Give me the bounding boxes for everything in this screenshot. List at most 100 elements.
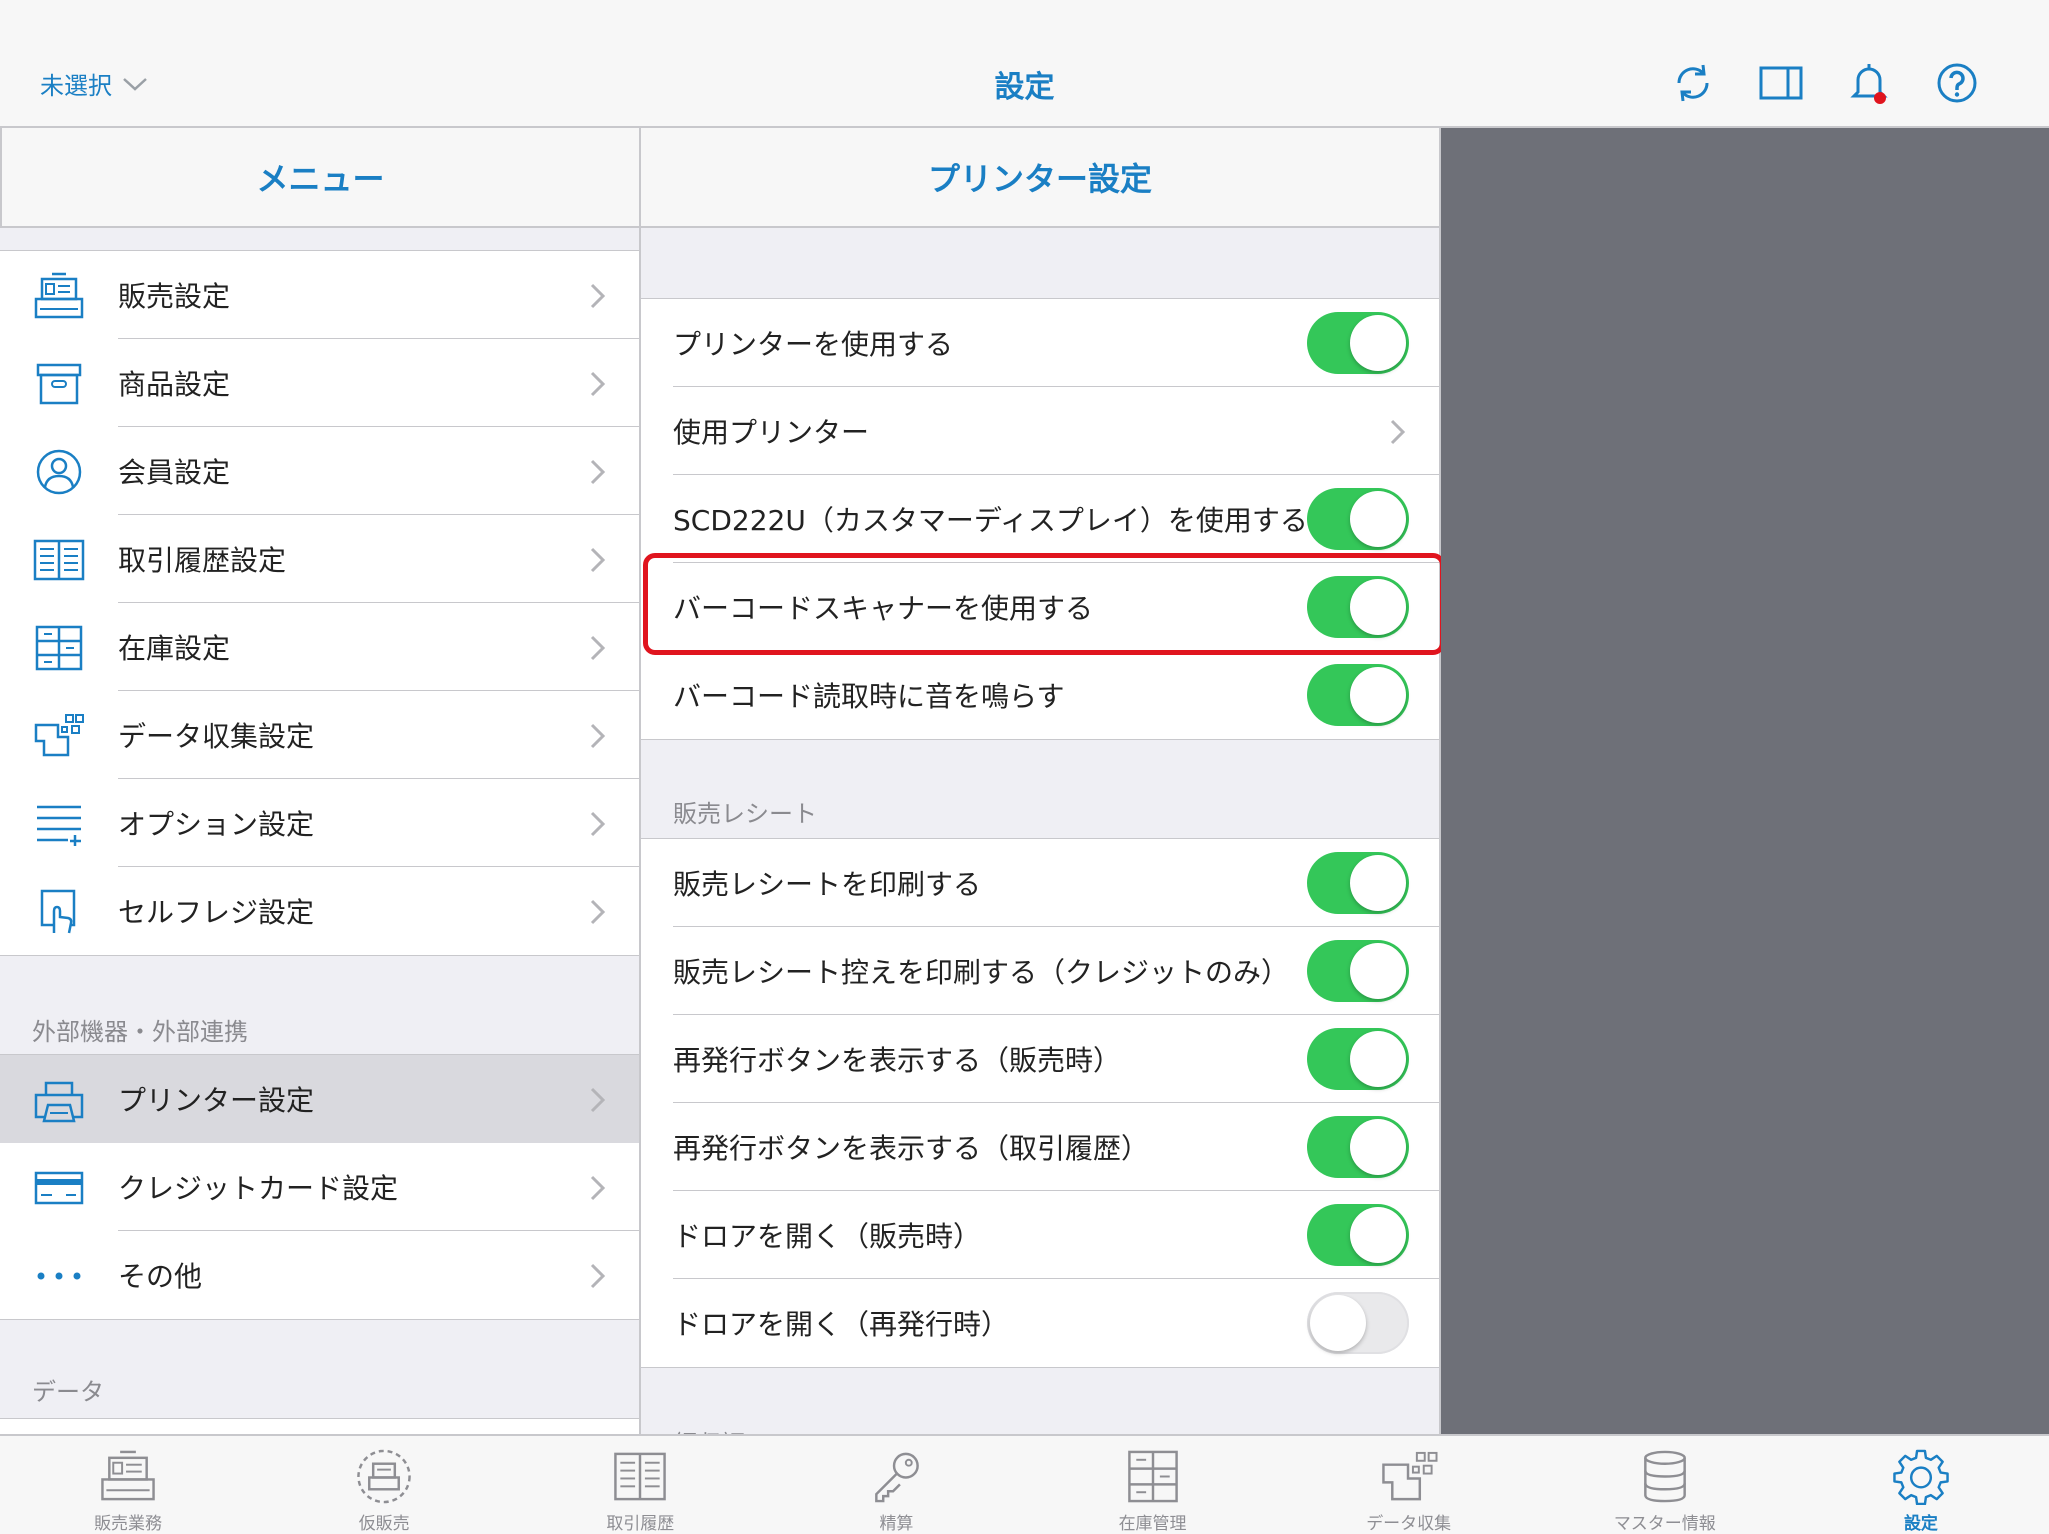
- menu-group-data: [0, 1418, 639, 1434]
- register-icon: [32, 271, 86, 321]
- split-view-icon: [1759, 66, 1803, 100]
- person-icon: [32, 447, 86, 497]
- tab-master-info[interactable]: マスター情報: [1537, 1436, 1793, 1534]
- toggle-knob: [1350, 491, 1406, 547]
- sync-button[interactable]: [1668, 58, 1718, 108]
- box-icon: [32, 359, 86, 409]
- chevron-right-icon: [590, 283, 606, 309]
- settings-group-receipt: 販売レシートを印刷する 販売レシート控えを印刷する（クレジットのみ） 再発行ボタ…: [641, 838, 1439, 1368]
- use-printer-toggle[interactable]: [1307, 312, 1409, 374]
- chevron-right-icon: [1390, 419, 1406, 445]
- setting-label: ドロアを開く（再発行時）: [673, 1308, 1010, 1341]
- chevron-right-icon: [590, 811, 606, 837]
- tab-label: 販売業務: [94, 1514, 163, 1534]
- store-select-dropdown[interactable]: 未選択: [40, 66, 148, 101]
- menu-item-label: 在庫設定: [118, 632, 231, 665]
- menu-item-option-settings[interactable]: オプション設定: [0, 779, 639, 867]
- barcode-scanner-toggle[interactable]: [1307, 576, 1409, 638]
- menu-item-self-register-settings[interactable]: セルフレジ設定: [0, 867, 639, 955]
- print-receipt-copy-toggle[interactable]: [1307, 940, 1409, 1002]
- menu-top-spacer: [0, 228, 639, 250]
- toggle-knob: [1350, 1207, 1406, 1263]
- setting-label: 販売レシート控えを印刷する（クレジットのみ）: [673, 956, 1290, 989]
- tab-data-collection[interactable]: データ収集: [1281, 1436, 1537, 1534]
- book-icon: [32, 535, 86, 585]
- barcode-sound-toggle[interactable]: [1307, 664, 1409, 726]
- detail-pane: [1441, 128, 2049, 1434]
- menu-item-label: プリンター設定: [118, 1084, 315, 1117]
- setting-label: 再発行ボタンを表示する（販売時）: [673, 1044, 1122, 1077]
- chevron-right-icon: [590, 1087, 606, 1113]
- menu-item-label: セルフレジ設定: [118, 896, 315, 929]
- setting-use-customer-display[interactable]: SCD222U（カスタマーディスプレイ）を使用する: [641, 475, 1439, 563]
- setting-print-receipt[interactable]: 販売レシートを印刷する: [641, 839, 1439, 927]
- data-collect-icon: [1381, 1451, 1438, 1501]
- tab-settlement[interactable]: 精算: [768, 1436, 1024, 1534]
- menu-item-printer-settings[interactable]: プリンター設定: [0, 1055, 639, 1143]
- section-label-external: 外部機器・外部連携: [32, 1018, 248, 1046]
- reissue-button-history-toggle[interactable]: [1307, 1116, 1409, 1178]
- setting-use-barcode-scanner[interactable]: バーコードスキャナーを使用する: [641, 563, 1439, 651]
- setting-label: プリンターを使用する: [673, 328, 954, 361]
- self-register-icon: [32, 887, 86, 937]
- open-drawer-sale-toggle[interactable]: [1307, 1204, 1409, 1266]
- setting-open-drawer-sale[interactable]: ドロアを開く（販売時）: [641, 1191, 1439, 1279]
- help-icon: [1937, 63, 1977, 103]
- chevron-right-icon: [590, 1175, 606, 1201]
- menu-item-transaction-history-settings[interactable]: 取引履歴設定: [0, 515, 639, 603]
- printer-icon: [32, 1075, 86, 1125]
- chevron-right-icon: [590, 459, 606, 485]
- print-receipt-toggle[interactable]: [1307, 852, 1409, 914]
- section-label-data: データ: [32, 1378, 104, 1406]
- notification-button[interactable]: [1844, 58, 1894, 108]
- chevron-right-icon: [590, 547, 606, 573]
- settings-top-spacer: [641, 228, 1439, 298]
- menu-item-product-settings[interactable]: 商品設定: [0, 339, 639, 427]
- setting-label: 使用プリンター: [673, 416, 870, 449]
- list-add-icon: [32, 799, 86, 849]
- setting-reissue-button-history[interactable]: 再発行ボタンを表示する（取引履歴）: [641, 1103, 1439, 1191]
- menu-item-member-settings[interactable]: 会員設定: [0, 427, 639, 515]
- setting-barcode-sound[interactable]: バーコード読取時に音を鳴らす: [641, 651, 1439, 739]
- setting-open-drawer-reissue[interactable]: ドロアを開く（再発行時）: [641, 1279, 1439, 1367]
- reissue-button-sale-toggle[interactable]: [1307, 1028, 1409, 1090]
- tab-temp-sale[interactable]: 仮販売: [256, 1436, 512, 1534]
- setting-printer-in-use[interactable]: 使用プリンター: [641, 387, 1439, 475]
- split-view-button[interactable]: [1756, 58, 1806, 108]
- menu-item-other[interactable]: その他: [0, 1231, 639, 1319]
- menu-item-sales-settings[interactable]: 販売設定: [0, 251, 639, 339]
- menu-item-credit-card-settings[interactable]: クレジットカード設定: [0, 1143, 639, 1231]
- tab-label: 取引履歴: [606, 1514, 675, 1534]
- help-button[interactable]: [1932, 58, 1982, 108]
- setting-label: バーコードスキャナーを使用する: [673, 592, 1094, 625]
- menu-item-label: 販売設定: [118, 280, 231, 313]
- sync-icon: [1677, 64, 1709, 102]
- tab-label: マスター情報: [1613, 1514, 1716, 1534]
- page-title: 設定: [994, 70, 1055, 105]
- data-collect-icon: [32, 711, 86, 761]
- tab-label: データ収集: [1366, 1514, 1452, 1534]
- tab-transaction-history[interactable]: 取引履歴: [512, 1436, 768, 1534]
- menu-item-data-collection-settings[interactable]: データ収集設定: [0, 691, 639, 779]
- book-icon: [614, 1452, 667, 1501]
- toggle-knob: [1310, 1295, 1366, 1351]
- tab-settings[interactable]: 設定: [1793, 1436, 2049, 1534]
- open-drawer-reissue-toggle[interactable]: [1307, 1292, 1409, 1354]
- toggle-knob: [1350, 943, 1406, 999]
- setting-label: 再発行ボタンを表示する（取引履歴）: [673, 1132, 1150, 1165]
- tab-inventory[interactable]: 在庫管理: [1025, 1436, 1281, 1534]
- printer-settings-column: プリンター設定 プリンターを使用する 使用プリンター SCD222U（カスタマー…: [641, 128, 1441, 1434]
- setting-reissue-button-sale[interactable]: 再発行ボタンを表示する（販売時）: [641, 1015, 1439, 1103]
- key-icon: [875, 1452, 920, 1503]
- setting-use-printer[interactable]: プリンターを使用する: [641, 299, 1439, 387]
- chevron-right-icon: [590, 1263, 606, 1289]
- tab-sales[interactable]: 販売業務: [0, 1436, 256, 1534]
- setting-print-receipt-copy[interactable]: 販売レシート控えを印刷する（クレジットのみ）: [641, 927, 1439, 1015]
- setting-label: SCD222U（カスタマーディスプレイ）を使用する: [673, 504, 1308, 537]
- customer-display-toggle[interactable]: [1307, 488, 1409, 550]
- bell-icon: [1850, 64, 1888, 104]
- toggle-knob: [1350, 667, 1406, 723]
- section-label-invoice: 領収証: [641, 1368, 1439, 1434]
- setting-label: バーコード読取時に音を鳴らす: [673, 680, 1065, 713]
- menu-item-inventory-settings[interactable]: 在庫設定: [0, 603, 639, 691]
